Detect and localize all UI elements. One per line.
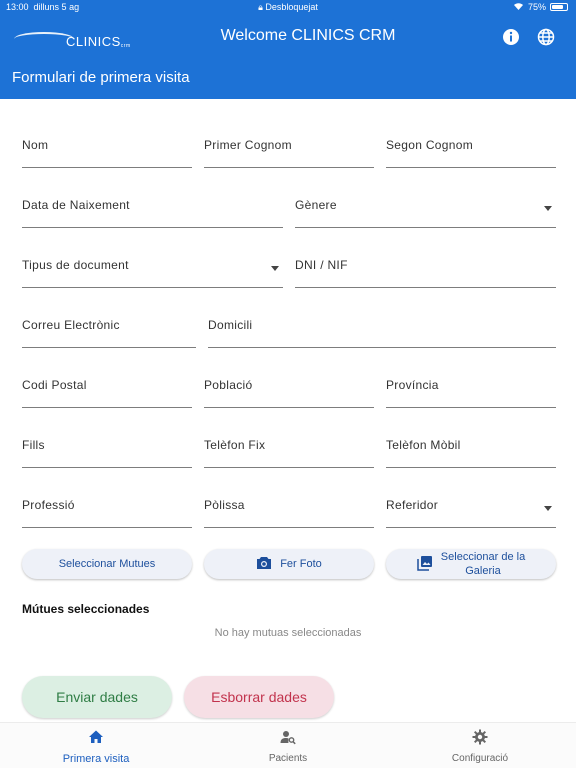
battery-icon <box>550 3 568 11</box>
nav-item-first-visit[interactable]: Primera visita <box>0 729 192 768</box>
correu-label: Correu Electrònic <box>22 318 120 332</box>
poblacio-field[interactable]: Població <box>204 362 374 408</box>
send-data-label: Enviar dades <box>56 689 138 705</box>
app-header: 13:00 dilluns 5 ag 🔒︎ Desbloquejat 75% C… <box>0 0 576 99</box>
person-search-icon <box>280 729 296 750</box>
codi-postal-label: Codi Postal <box>22 378 87 392</box>
info-icon[interactable] <box>500 26 522 48</box>
nav-config-label: Configuració <box>451 753 509 764</box>
gallery-label-line1: Seleccionar de la <box>440 551 526 563</box>
camera-icon <box>256 556 272 573</box>
globe-icon[interactable] <box>535 26 557 48</box>
telefon-fix-field[interactable]: Telèfon Fix <box>204 422 374 468</box>
telefon-mobil-field[interactable]: Telèfon Mòbil <box>386 422 556 468</box>
telefon-mobil-label: Telèfon Mòbil <box>386 438 461 452</box>
referidor-label: Referidor <box>386 498 439 512</box>
segon-cognom-field[interactable]: Segon Cognom <box>386 122 556 168</box>
genere-select[interactable]: Gènere <box>295 182 556 228</box>
polissa-label: Pòlissa <box>204 498 245 512</box>
dni-field[interactable]: DNI / NIF <box>295 242 556 288</box>
polissa-field[interactable]: Pòlissa <box>204 482 374 528</box>
nav-first-visit-label: Primera visita <box>62 753 130 765</box>
professio-label: Professió <box>22 498 75 512</box>
professio-field[interactable]: Professió <box>22 482 192 528</box>
battery-percent: 75% <box>527 2 546 12</box>
dropdown-arrow-icon <box>271 266 279 271</box>
page-title: Formulari de primera visita <box>12 69 190 86</box>
clear-data-button[interactable]: Esborrar dades <box>184 676 334 718</box>
gallery-icon <box>417 555 433 574</box>
app-title: Welcome CLINICS CRM <box>220 27 396 44</box>
gear-icon <box>472 729 488 750</box>
provincia-field[interactable]: Província <box>386 362 556 408</box>
primer-cognom-field[interactable]: Primer Cognom <box>204 122 374 168</box>
fills-field[interactable]: Fills <box>22 422 192 468</box>
primer-cognom-label: Primer Cognom <box>204 138 292 152</box>
lock-status: Desbloquejat <box>265 2 318 12</box>
clear-data-label: Esborrar dades <box>211 689 307 705</box>
segon-cognom-label: Segon Cognom <box>386 138 473 152</box>
telefon-fix-label: Telèfon Fix <box>204 438 266 452</box>
tipus-document-select[interactable]: Tipus de document <box>22 242 283 288</box>
dropdown-arrow-icon <box>544 206 552 211</box>
nom-field[interactable]: Nom <box>22 122 192 168</box>
select-mutues-label: Seleccionar Mutues <box>58 558 156 570</box>
status-bar: 13:00 dilluns 5 ag 🔒︎ Desbloquejat 75% <box>0 0 576 14</box>
fills-label: Fills <box>22 438 45 452</box>
send-data-button[interactable]: Enviar dades <box>22 676 172 718</box>
domicili-field[interactable]: Domicili <box>208 302 556 348</box>
take-photo-button[interactable]: Fer Foto <box>204 549 374 579</box>
lock-icon: 🔒︎ <box>258 2 263 12</box>
referidor-select[interactable]: Referidor <box>386 482 556 528</box>
wifi-icon <box>513 2 524 12</box>
nom-label: Nom <box>22 138 49 152</box>
take-photo-label: Fer Foto <box>280 558 322 570</box>
tipus-document-label: Tipus de document <box>22 258 129 272</box>
gallery-label-line2: Galeria <box>465 565 501 577</box>
domicili-label: Domicili <box>208 318 253 332</box>
select-gallery-button[interactable]: Seleccionar de la Galeria <box>386 549 556 579</box>
data-naixement-label: Data de Naixement <box>22 198 130 212</box>
codi-postal-field[interactable]: Codi Postal <box>22 362 192 408</box>
provincia-label: Província <box>386 378 439 392</box>
nav-patients-label: Pacients <box>268 753 308 764</box>
nav-item-patients[interactable]: Pacients <box>192 729 384 768</box>
mutues-empty-note: No hay mutuas seleccionadas <box>214 627 362 639</box>
bottom-navigation: Primera visita Pacients Configuració <box>0 722 576 768</box>
select-mutues-button[interactable]: Seleccionar Mutues <box>22 549 192 579</box>
correu-field[interactable]: Correu Electrònic <box>22 302 196 348</box>
nav-item-config[interactable]: Configuració <box>384 729 576 768</box>
mutues-title: Mútues seleccionades <box>22 602 150 616</box>
poblacio-label: Població <box>204 378 253 392</box>
dni-label: DNI / NIF <box>295 258 348 272</box>
dropdown-arrow-icon <box>544 506 552 511</box>
home-icon <box>88 729 104 750</box>
data-naixement-field[interactable]: Data de Naixement <box>22 182 283 228</box>
genere-label: Gènere <box>295 198 337 212</box>
